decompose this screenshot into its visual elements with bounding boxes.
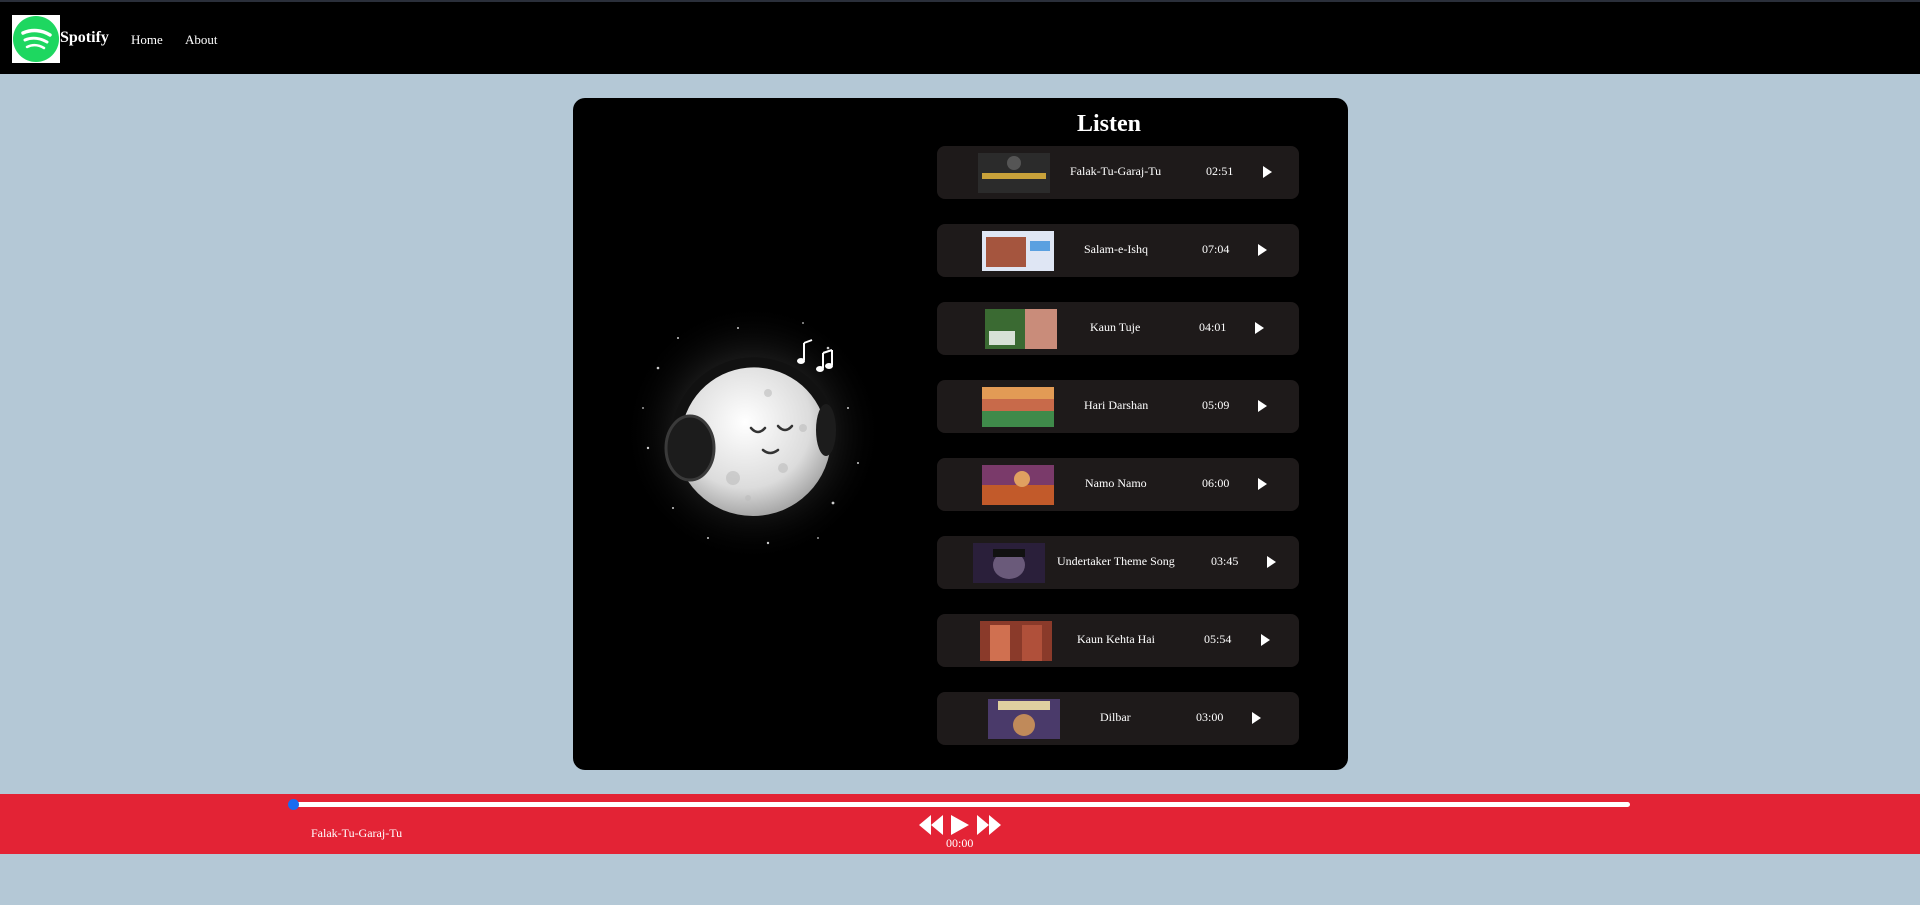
song-duration: 04:01 <box>1199 320 1227 334</box>
song-item-salam-e-ishq[interactable]: Salam-e-Ishq 07:04 <box>937 224 1299 277</box>
playback-controls <box>918 814 1002 836</box>
previous-icon[interactable] <box>918 814 944 836</box>
song-duration: 06:00 <box>1202 476 1230 490</box>
spotify-icon <box>13 16 59 62</box>
play-icon[interactable] <box>1263 166 1272 178</box>
song-item-falak-tu-garaj-tu[interactable]: Falak-Tu-Garaj-Tu 02:51 <box>937 146 1299 199</box>
song-item-kaun-tuje[interactable]: Kaun Tuje 04:01 <box>937 302 1299 355</box>
song-thumbnail <box>982 465 1054 505</box>
brand-name[interactable]: Spotify <box>60 29 109 47</box>
playlist-title: Listen <box>1077 111 1142 137</box>
song-thumbnail <box>985 309 1057 349</box>
current-time: 00:00 <box>946 836 974 850</box>
top-navbar: Spotify Home About <box>0 0 1920 74</box>
song-duration: 02:51 <box>1206 164 1234 178</box>
song-name: Falak-Tu-Garaj-Tu <box>1070 164 1162 178</box>
song-thumbnail <box>982 387 1054 427</box>
play-icon[interactable] <box>950 814 970 836</box>
song-item-undertaker-theme-song[interactable]: Undertaker Theme Song 03:45 <box>937 536 1299 589</box>
song-name: Undertaker Theme Song <box>1057 554 1175 568</box>
nav-link-home[interactable]: Home <box>131 32 163 48</box>
progress-knob[interactable] <box>288 799 299 810</box>
song-name: Namo Namo <box>1085 476 1147 490</box>
song-name: Salam-e-Ishq <box>1084 242 1148 256</box>
song-duration: 07:04 <box>1202 242 1230 256</box>
song-duration: 03:45 <box>1211 554 1239 568</box>
song-name: Kaun Tuje <box>1090 320 1141 334</box>
player-bar: Falak-Tu-Garaj-Tu 00:00 <box>0 794 1920 854</box>
spotify-logo[interactable] <box>12 15 60 63</box>
song-item-hari-darshan[interactable]: Hari Darshan 05:09 <box>937 380 1299 433</box>
song-thumbnail <box>973 543 1045 583</box>
play-icon[interactable] <box>1258 244 1267 256</box>
progress-slider[interactable] <box>288 799 1630 810</box>
play-icon[interactable] <box>1255 322 1264 334</box>
song-name: Kaun Kehta Hai <box>1077 632 1155 646</box>
play-icon[interactable] <box>1267 556 1276 568</box>
play-icon[interactable] <box>1258 478 1267 490</box>
song-name: Dilbar <box>1100 710 1131 724</box>
play-icon[interactable] <box>1252 712 1261 724</box>
song-duration: 05:09 <box>1202 398 1230 412</box>
song-thumbnail <box>978 153 1050 193</box>
song-duration: 03:00 <box>1196 710 1224 724</box>
next-icon[interactable] <box>976 814 1002 836</box>
nav-link-about[interactable]: About <box>185 32 218 48</box>
song-thumbnail <box>982 231 1054 271</box>
song-duration: 05:54 <box>1204 632 1232 646</box>
song-item-namo-namo[interactable]: Namo Namo 06:00 <box>937 458 1299 511</box>
now-playing-title: Falak-Tu-Garaj-Tu <box>311 826 403 840</box>
song-name: Hari Darshan <box>1084 398 1149 412</box>
song-item-kaun-kehta-hai[interactable]: Kaun Kehta Hai 05:54 <box>937 614 1299 667</box>
play-icon[interactable] <box>1258 400 1267 412</box>
moon-headphones-artwork <box>618 298 888 568</box>
song-thumbnail <box>980 621 1052 661</box>
song-thumbnail <box>988 699 1060 739</box>
play-icon[interactable] <box>1261 634 1270 646</box>
song-item-dilbar[interactable]: Dilbar 03:00 <box>937 692 1299 745</box>
